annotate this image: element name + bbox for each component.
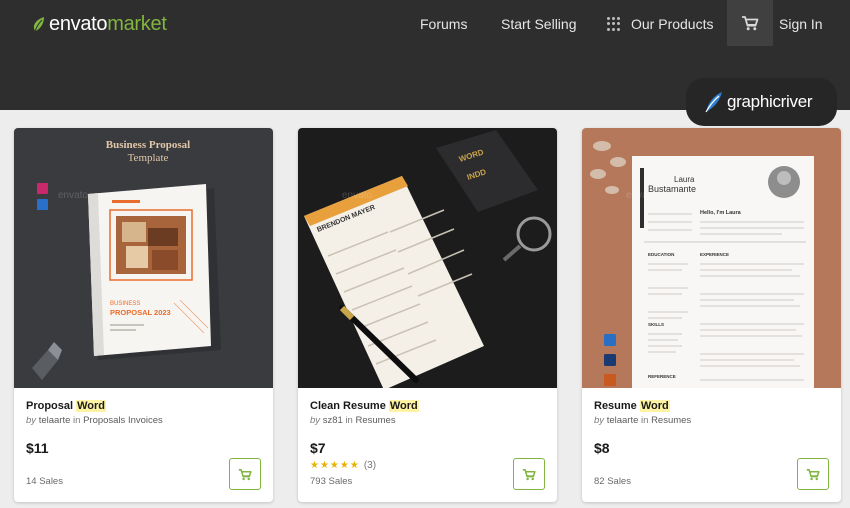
thumb-headline-2: Template: [128, 152, 169, 164]
logo-envato-text: envato: [49, 12, 108, 35]
star-rating-icon: ★★★★★: [310, 460, 360, 471]
rating-count: (3): [363, 460, 377, 471]
product-sales: 82 Sales: [594, 476, 631, 487]
shopping-cart-icon: [238, 468, 252, 480]
title-highlight: Word: [639, 400, 670, 412]
cover-line-1: BUSINESS: [110, 301, 140, 307]
header-cart-button[interactable]: [727, 0, 773, 46]
product-price: $11: [26, 440, 49, 456]
graphicriver-badge[interactable]: graphicriver: [686, 78, 837, 126]
category-link[interactable]: Resumes: [651, 415, 691, 426]
product-price: $8: [594, 440, 610, 456]
envato-leaf-icon: [33, 17, 44, 32]
thumb-section-education: EDUCATION: [648, 252, 674, 257]
product-card[interactable]: Business Proposal Template BUSINESS PROP…: [14, 128, 273, 502]
shopping-cart-icon: [522, 468, 536, 480]
nav-our-products[interactable]: Our Products: [607, 0, 713, 48]
product-byline: by telaarte in Proposals Invoices: [26, 415, 163, 426]
product-title[interactable]: Proposal Word: [26, 400, 107, 412]
logo-market-text: market: [107, 12, 167, 35]
author-link[interactable]: telaarte: [39, 415, 71, 426]
graphicriver-leaf-icon: [705, 92, 722, 113]
add-to-cart-button[interactable]: [229, 458, 261, 490]
nav-start-selling[interactable]: Start Selling: [501, 0, 576, 48]
byline-by: by: [594, 415, 605, 426]
byline-by: by: [310, 415, 321, 426]
thumb-section-experience: EXPERIENCE: [700, 252, 729, 257]
product-title[interactable]: Clean Resume Word: [310, 400, 419, 412]
byline-in: in: [73, 415, 81, 426]
author-link[interactable]: telaarte: [607, 415, 639, 426]
envato-market-logo[interactable]: envato market: [32, 11, 167, 37]
byline-in: in: [641, 415, 649, 426]
title-highlight: Word: [76, 400, 107, 412]
product-thumbnail[interactable]: BRENDON MAYER WORD INDD envato: [298, 128, 557, 388]
title-highlight: Word: [388, 400, 419, 412]
nav-sign-in[interactable]: Sign In: [779, 0, 823, 48]
shopping-cart-icon: [742, 16, 759, 31]
thumb-section-skills: SKILLS: [648, 322, 664, 327]
nav-forums[interactable]: Forums: [420, 0, 467, 48]
thumb-watermark: envato: [626, 190, 656, 201]
product-rating[interactable]: ★★★★★ (3): [310, 460, 376, 471]
thumb-section-reference: REFERENCE: [648, 374, 676, 379]
shopping-cart-icon: [806, 468, 820, 480]
category-link[interactable]: Resumes: [355, 415, 395, 426]
grid-dots-icon: [607, 17, 621, 31]
product-thumbnail[interactable]: Business Proposal Template BUSINESS PROP…: [14, 128, 273, 388]
product-card[interactable]: Laura Bustamante Hello, I'm Laura EDUCAT…: [582, 128, 841, 502]
byline-by: by: [26, 415, 37, 426]
thumb-headline-1: Business Proposal: [106, 139, 190, 151]
thumb-first-name: Laura: [674, 175, 695, 184]
product-sales: 793 Sales: [310, 476, 353, 487]
product-price: $7: [310, 440, 326, 456]
cover-line-2: PROPOSAL 2023: [110, 308, 171, 317]
thumb-watermark: envato: [58, 190, 88, 201]
byline-in: in: [345, 415, 353, 426]
title-text: Clean Resume: [310, 400, 389, 412]
title-text: Resume: [594, 400, 640, 412]
product-byline: by telaarte in Resumes: [594, 415, 691, 426]
thumb-greeting: Hello, I'm Laura: [700, 210, 742, 216]
thumb-watermark: envato: [342, 190, 372, 201]
add-to-cart-button[interactable]: [513, 458, 545, 490]
product-card[interactable]: BRENDON MAYER WORD INDD envato Clean Res…: [298, 128, 557, 502]
product-thumbnail[interactable]: Laura Bustamante Hello, I'm Laura EDUCAT…: [582, 128, 841, 388]
title-text: Proposal: [26, 400, 77, 412]
category-link[interactable]: Proposals Invoices: [83, 415, 163, 426]
nav-our-products-label: Our Products: [631, 16, 714, 32]
add-to-cart-button[interactable]: [797, 458, 829, 490]
product-sales: 14 Sales: [26, 476, 63, 487]
product-title[interactable]: Resume Word: [594, 400, 670, 412]
graphicriver-label: graphicriver: [727, 92, 813, 111]
author-link[interactable]: sz81: [323, 415, 343, 426]
product-byline: by sz81 in Resumes: [310, 415, 396, 426]
